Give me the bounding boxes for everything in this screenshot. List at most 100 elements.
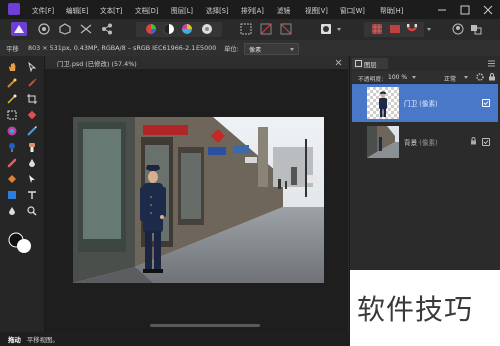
layer-row-guard[interactable]: 门卫 (像素) — [352, 84, 498, 122]
layer-visibility-checkbox[interactable] — [482, 138, 490, 146]
hue-icon[interactable] — [181, 23, 193, 35]
gear-icon[interactable] — [476, 73, 484, 81]
contrast-icon[interactable] — [163, 23, 175, 35]
grid-icon[interactable] — [371, 23, 383, 35]
context-toolbar: 平移 803 × 531px, 0.43MP, RGBA/8 – sRGB IE… — [0, 40, 500, 57]
menu-text[interactable]: 文本[T] — [100, 5, 122, 15]
horizontal-scrollbar[interactable] — [150, 324, 260, 327]
document-info: 803 × 531px, 0.43MP, RGBA/8 – sRGB IEC61… — [28, 44, 196, 52]
share-icon[interactable] — [101, 23, 113, 35]
units-dropdown[interactable]: 像素 — [244, 43, 299, 55]
chevron-down-icon[interactable] — [464, 76, 468, 79]
current-tool-label: 平移 — [6, 45, 19, 53]
top-toolbar — [0, 19, 500, 41]
units-value: 像素 — [249, 47, 262, 54]
blend-mode-value[interactable]: 正常 — [444, 74, 456, 83]
layer-type-text: (像素) — [419, 139, 438, 147]
tab-layers[interactable]: 图层 — [352, 58, 388, 69]
layer-name-text: 背景 — [404, 139, 418, 147]
crop-tool-icon[interactable] — [27, 94, 37, 104]
close-icon[interactable] — [335, 59, 342, 66]
color-picker-icon[interactable] — [7, 94, 17, 104]
move-tool-icon[interactable] — [27, 62, 37, 72]
status-hint: 平移视图。 — [26, 336, 59, 344]
marquee-selection-icon[interactable] — [240, 23, 252, 35]
layer-thumbnail — [367, 126, 399, 158]
document-canvas-image[interactable] — [73, 117, 324, 283]
pen-tool-icon[interactable] — [7, 174, 17, 184]
chevron-down-icon[interactable] — [337, 28, 341, 31]
color-swatches[interactable] — [8, 232, 34, 254]
layer-thumbnail — [367, 87, 399, 119]
menu-filters[interactable]: 滤镜 — [277, 5, 290, 15]
panel-menu-icon[interactable] — [480, 60, 496, 67]
deselect-icon[interactable] — [260, 23, 272, 35]
opacity-value[interactable]: 100 % — [388, 74, 407, 81]
layer-options-bar: 不透明度: 100 % 正常 — [352, 71, 498, 83]
menu-layer[interactable]: 图层[L] — [171, 5, 193, 15]
tone-mapping-icon[interactable] — [80, 23, 92, 35]
invert-selection-icon[interactable] — [280, 23, 292, 35]
arrange-icon[interactable] — [470, 23, 482, 35]
text-tool-icon[interactable] — [27, 190, 37, 200]
layer-visibility-checkbox[interactable] — [482, 99, 490, 107]
document-title: 门卫.psd (已修改) (57.4%) — [57, 60, 137, 68]
maximize-icon — [460, 5, 470, 15]
chevron-down-icon[interactable] — [412, 76, 416, 79]
chevron-down-icon[interactable] — [427, 28, 431, 31]
layer-name-text: 门卫 — [404, 100, 418, 108]
node-tool-icon[interactable] — [27, 174, 37, 184]
dodge-tool-icon[interactable] — [7, 142, 17, 152]
layer-row-background[interactable]: 背景 (像素) — [352, 123, 498, 161]
document-tab[interactable]: 门卫.psd (已修改) (57.4%) — [45, 56, 348, 69]
hand-tool-icon[interactable] — [7, 62, 17, 72]
paint-brush-icon[interactable] — [27, 78, 37, 88]
view-tool-icon[interactable] — [7, 78, 17, 88]
menu-view[interactable]: 视图[V] — [305, 5, 328, 15]
layers-icon — [355, 60, 362, 67]
lock-icon[interactable] — [488, 73, 496, 81]
menu-window[interactable]: 窗口[W] — [340, 5, 365, 15]
menu-file[interactable]: 文件[F] — [32, 5, 54, 15]
layer-type-text: (像素) — [419, 100, 438, 108]
droplet-icon[interactable] — [7, 206, 17, 216]
opacity-label: 不透明度: — [358, 77, 384, 83]
menu-document[interactable]: 文档[D] — [135, 5, 158, 15]
color-wheel-icon[interactable] — [145, 23, 157, 35]
units-label: 单位: — [224, 45, 239, 53]
gradient-tool-icon[interactable] — [27, 126, 37, 136]
snapping-magnet-icon[interactable] — [406, 23, 418, 35]
marquee-tool-icon[interactable] — [7, 110, 17, 120]
white-balance-icon[interactable] — [201, 23, 213, 35]
watermark: 软件技巧 — [350, 270, 500, 346]
window-controls — [438, 5, 493, 15]
menu-bar: 文件[F] 编辑[E] 文本[T] 文档[D] 图层[L] 选择[S] 排列[A… — [0, 0, 500, 19]
quick-mask-icon[interactable] — [320, 23, 332, 35]
assistant-icon[interactable] — [389, 23, 401, 35]
layers-tab-label: 图层 — [364, 61, 377, 69]
photo-persona-icon[interactable] — [10, 21, 28, 37]
lock-icon[interactable] — [470, 137, 477, 145]
close-icon — [483, 5, 493, 15]
app-logo-icon[interactable] — [8, 3, 20, 15]
liquify-persona-icon[interactable] — [38, 23, 50, 35]
status-bar: 拖动 平移视图。 — [0, 332, 350, 346]
menu-edit[interactable]: 编辑[E] — [66, 5, 89, 15]
watermark-text: 软件技巧 — [357, 293, 474, 326]
eraser-icon[interactable] — [27, 110, 37, 120]
flood-fill-icon[interactable] — [7, 126, 17, 136]
healing-brush-icon[interactable] — [7, 158, 17, 168]
develop-persona-icon[interactable] — [59, 23, 71, 35]
menu-arrange[interactable]: 排列[A] — [241, 5, 264, 15]
blemish-brush-icon[interactable] — [27, 158, 37, 168]
menu-select[interactable]: 选择[S] — [206, 5, 229, 15]
chevron-down-icon — [290, 48, 294, 51]
status-text: 拖动 平移视图。 — [8, 335, 59, 344]
rectangle-tool-icon[interactable] — [7, 190, 17, 200]
menu-help[interactable]: 帮助[H] — [380, 5, 403, 15]
zoom-tool-icon[interactable] — [27, 206, 37, 216]
layer-name: 门卫 (像素) — [404, 98, 438, 108]
camera-model: E5000 — [196, 44, 217, 52]
clone-brush-icon[interactable] — [27, 142, 37, 152]
account-icon[interactable] — [452, 23, 464, 35]
